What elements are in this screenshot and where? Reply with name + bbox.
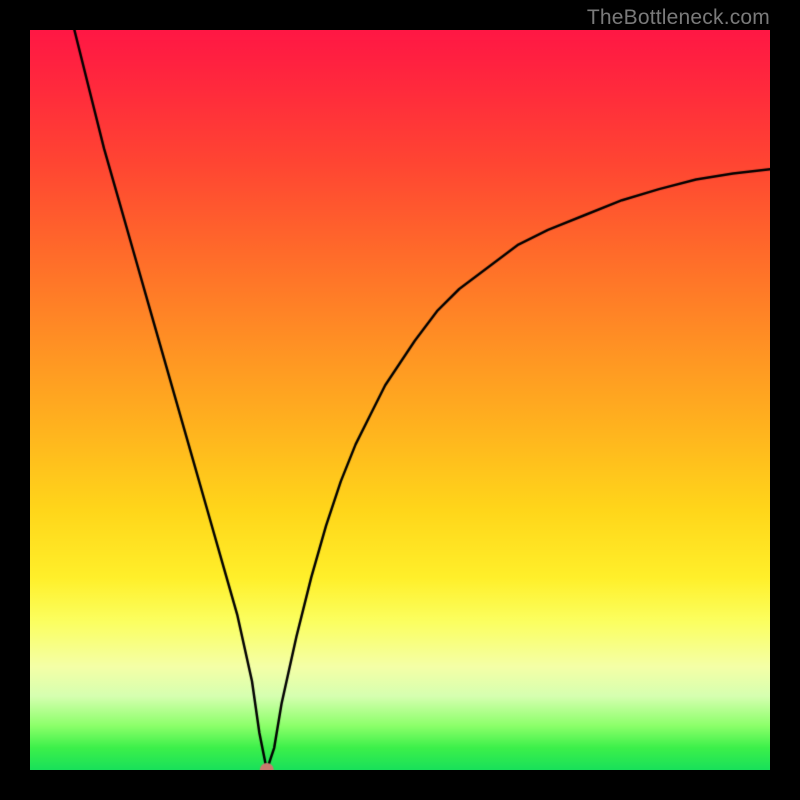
- chart-frame: TheBottleneck.com: [0, 0, 800, 800]
- bottleneck-curve: [30, 30, 770, 770]
- plot-area: [30, 30, 770, 770]
- watermark-text: TheBottleneck.com: [587, 6, 770, 30]
